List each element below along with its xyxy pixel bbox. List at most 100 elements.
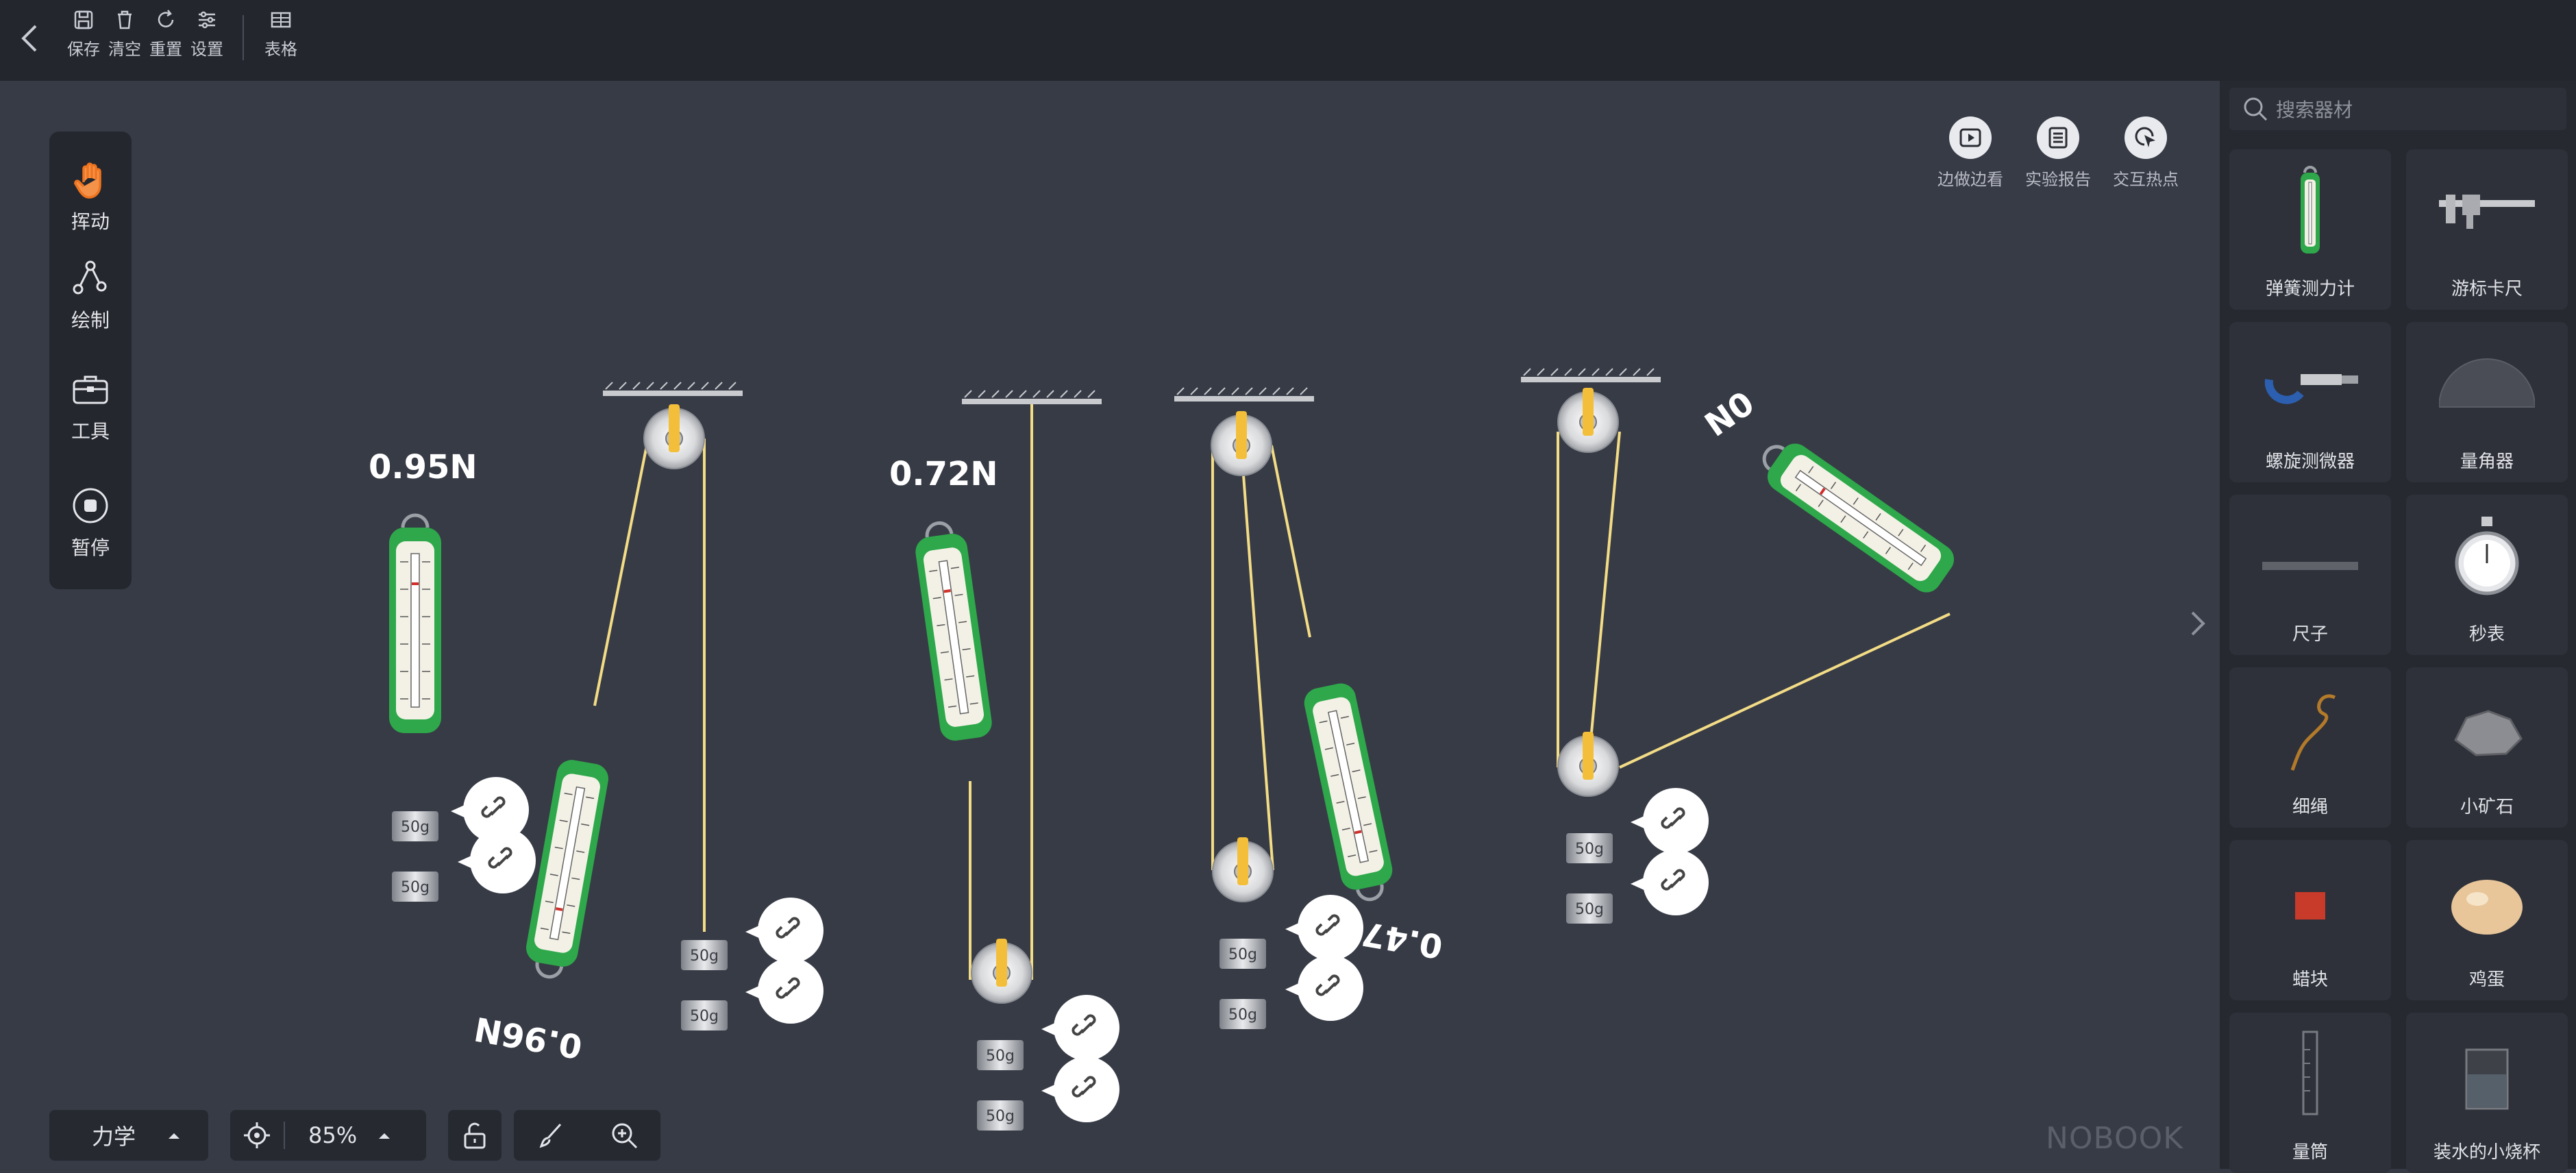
ore-icon — [2454, 710, 2523, 756]
beaker-icon — [2465, 1048, 2509, 1110]
equipment-card-beaker[interactable]: 装水的小烧杯 — [2406, 1013, 2568, 1173]
unlink-icon — [1315, 914, 1340, 936]
spring-scale-icon — [2301, 166, 2320, 254]
save-icon — [74, 10, 93, 29]
equipment-card-egg[interactable]: 鸡蛋 — [2406, 840, 2568, 1000]
micrometer-icon — [2264, 374, 2358, 404]
equipment-name: 蜡块 — [2292, 970, 2328, 990]
spring-scale-1[interactable] — [389, 515, 441, 733]
detach-button[interactable] — [458, 828, 536, 893]
detach-button[interactable] — [1631, 850, 1709, 915]
pulley-2[interactable] — [971, 938, 1032, 1004]
spring-scale-5[interactable] — [1752, 431, 1960, 599]
detach-button[interactable] — [1041, 1057, 1119, 1122]
draw-nodes-icon — [73, 260, 107, 295]
pulley-6[interactable] — [1557, 731, 1619, 797]
drag-label: 挥动 — [71, 210, 110, 233]
pulley-3[interactable] — [1211, 410, 1272, 476]
equipment-card-ruler[interactable]: 尺子 — [2229, 495, 2391, 655]
category-select[interactable]: 力学 — [49, 1110, 208, 1161]
reset-button[interactable]: 重置 — [149, 8, 182, 60]
equipment-card-stopwatch[interactable]: 秒表 — [2406, 495, 2568, 655]
unlink-icon — [1072, 1014, 1096, 1036]
unlink-icon — [1661, 807, 1685, 829]
toolbar-divider — [243, 15, 244, 60]
pulley-5[interactable] — [1557, 387, 1619, 453]
equipment-card-vernier-caliper[interactable]: 游标卡尺 — [2406, 149, 2568, 310]
spring-scale-2[interactable] — [521, 758, 610, 981]
ceiling-2 — [962, 390, 1102, 404]
panel-toggle-button[interactable] — [2187, 608, 2207, 646]
refresh-icon — [158, 10, 174, 27]
equipment-name: 鸡蛋 — [2468, 970, 2505, 990]
force-reading-1: 0.95N — [369, 448, 478, 486]
zoom-divider — [284, 1122, 285, 1149]
chevron-left-icon — [21, 25, 37, 52]
trash-icon — [118, 10, 132, 29]
report-label: 实验报告 — [2025, 170, 2091, 189]
weight-label: 50g — [1228, 1007, 1257, 1024]
watermark: NOBOOK — [2046, 1121, 2184, 1156]
interactive-hotspot-button[interactable]: 交互热点 — [2113, 116, 2179, 190]
brush-icon[interactable] — [536, 1120, 566, 1150]
locate-icon[interactable] — [241, 1120, 273, 1151]
unlink-icon — [488, 847, 512, 869]
detach-button[interactable] — [1285, 895, 1363, 961]
clear-button[interactable]: 清空 — [108, 8, 141, 60]
back-button[interactable] — [18, 23, 42, 56]
detach-button[interactable] — [745, 898, 823, 963]
equipment-card-graduated-cylinder[interactable]: 量筒 — [2229, 1013, 2391, 1173]
weight-label: 50g — [690, 948, 719, 965]
equipment-card-micrometer[interactable]: 螺旋测微器 — [2229, 322, 2391, 482]
pulley-4[interactable] — [1212, 837, 1274, 902]
equipment-card-spring-scale[interactable]: 弹簧测力计 — [2229, 149, 2391, 310]
stop-circle-icon — [73, 488, 108, 523]
save-label: 保存 — [67, 40, 100, 59]
draw-tool[interactable]: 绘制 — [49, 258, 132, 333]
pause-tool[interactable]: 暂停 — [49, 485, 132, 560]
equipment-card-string[interactable]: 细绳 — [2229, 667, 2391, 828]
detach-button[interactable] — [1285, 955, 1363, 1021]
save-button[interactable]: 保存 — [67, 8, 100, 60]
equipment-name: 量筒 — [2292, 1142, 2328, 1163]
experiment-report-button[interactable]: 实验报告 — [2025, 116, 2091, 190]
tools-tool[interactable]: 工具 — [49, 369, 132, 444]
detach-button[interactable] — [1631, 788, 1709, 854]
drag-tool[interactable]: 挥动 — [49, 159, 132, 234]
left-tool-palette: 挥动 绘制 工具 暂停 — [49, 132, 132, 589]
caret-up-icon[interactable] — [377, 1131, 391, 1140]
table-icon — [271, 12, 291, 28]
equipment-name: 游标卡尺 — [2451, 279, 2523, 299]
wax-block-icon — [2295, 892, 2325, 919]
tools-label: 工具 — [71, 420, 110, 443]
zoom-in-icon[interactable] — [609, 1120, 639, 1150]
weight-label: 50g — [401, 819, 430, 836]
table-button[interactable]: 表格 — [264, 8, 297, 60]
watch-while-doing-button[interactable]: 边做边看 — [1937, 116, 2003, 190]
equipment-search[interactable]: 搜索器材 — [2229, 88, 2566, 130]
draw-label: 绘制 — [71, 309, 110, 332]
spring-scale-3[interactable] — [912, 519, 994, 742]
equipment-name: 细绳 — [2292, 797, 2328, 817]
detach-button[interactable] — [745, 958, 823, 1024]
unlink-icon — [776, 977, 800, 999]
equipment-name: 螺旋测微器 — [2265, 452, 2355, 472]
pulley-1[interactable] — [643, 404, 705, 469]
unlink-icon — [1072, 1076, 1096, 1098]
egg-icon — [2451, 880, 2523, 935]
hotspot-label: 交互热点 — [2113, 170, 2179, 189]
category-value: 力学 — [92, 1124, 136, 1150]
equipment-card-ore[interactable]: 小矿石 — [2406, 667, 2568, 828]
report-icon — [2048, 127, 2068, 149]
unlink-icon — [481, 796, 506, 818]
unlock-button[interactable] — [448, 1110, 501, 1161]
equipment-card-wax-block[interactable]: 蜡块 — [2229, 840, 2391, 1000]
zoom-value[interactable]: 85% — [308, 1122, 357, 1148]
top-toolbar: 保存 清空 重置 设置 表格 — [0, 0, 2576, 81]
detach-button[interactable] — [1041, 995, 1119, 1061]
settings-button[interactable]: 设置 — [190, 8, 223, 60]
spring-scale-4[interactable] — [1302, 680, 1398, 904]
equipment-card-protractor[interactable]: 量角器 — [2406, 322, 2568, 482]
weight-label: 50g — [1575, 901, 1604, 918]
equipment-name: 尺子 — [2292, 624, 2328, 645]
